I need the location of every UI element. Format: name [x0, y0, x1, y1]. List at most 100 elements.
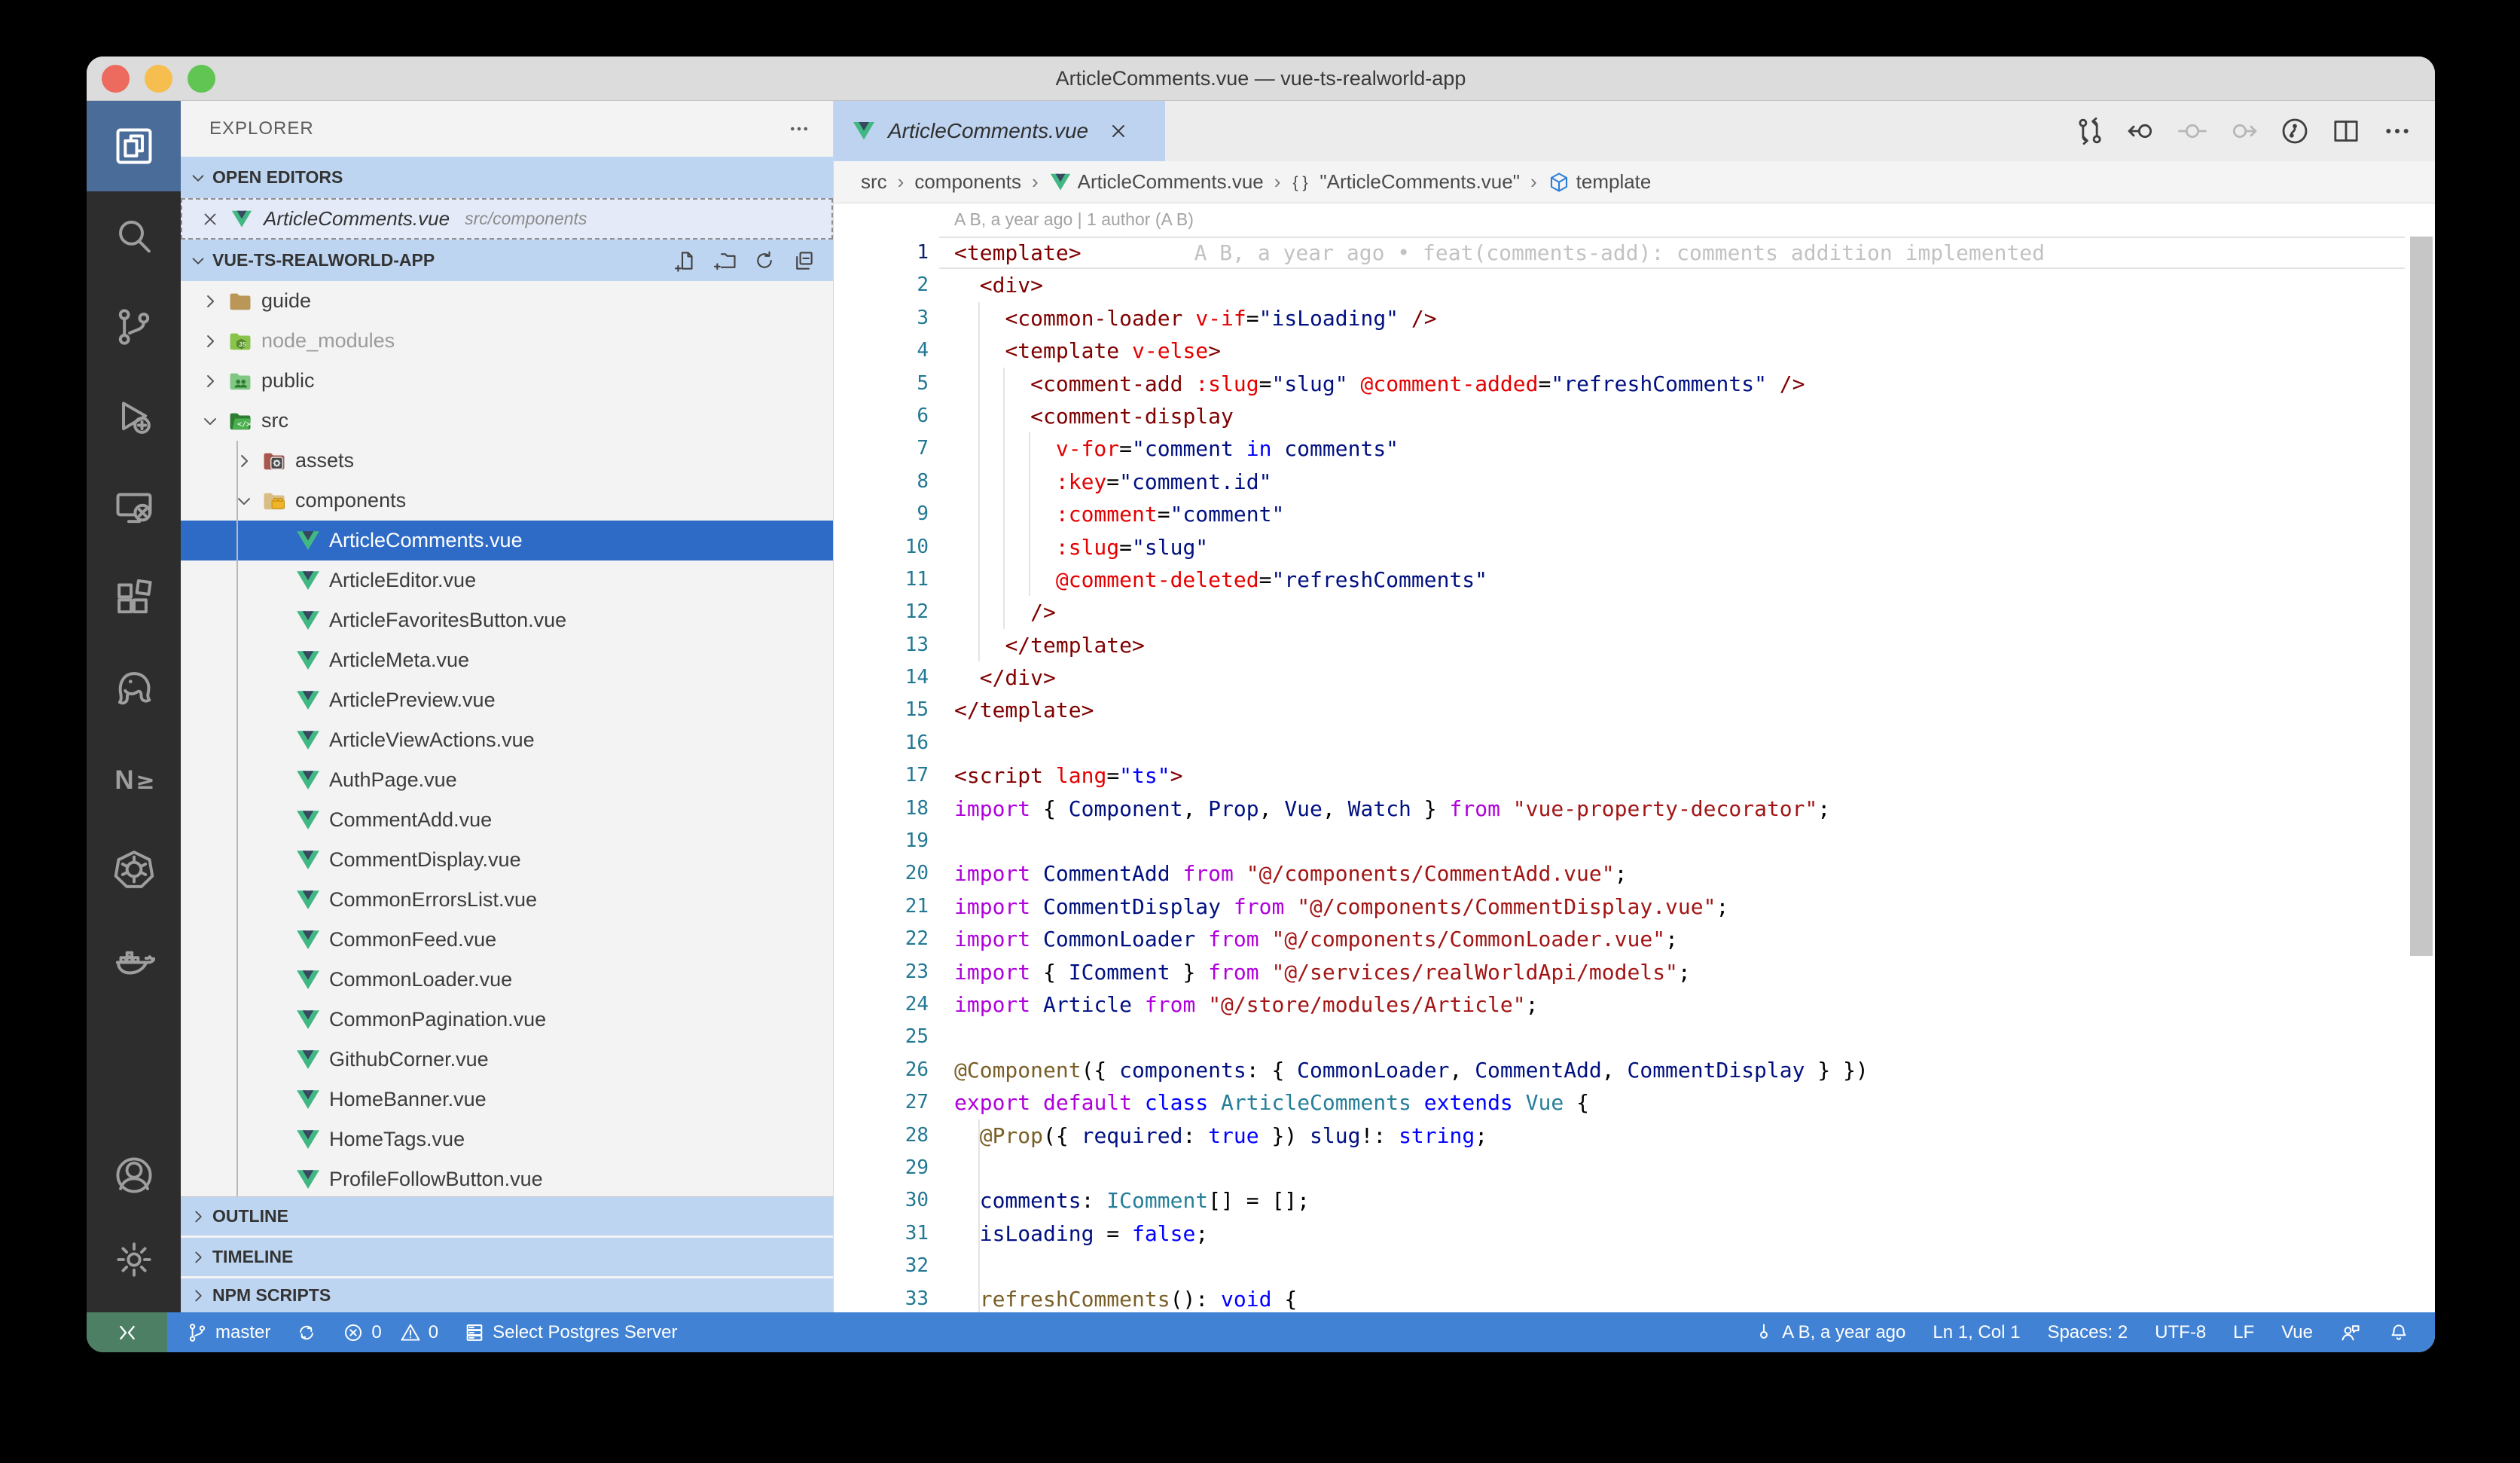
status-postgres-server[interactable]: Select Postgres Server — [464, 1322, 677, 1343]
breadcrumb-item[interactable]: template — [1548, 170, 1652, 194]
code-line-30[interactable]: 30 comments: IComment[] = []; — [834, 1184, 2435, 1217]
code-line-16[interactable]: 16 — [834, 727, 2435, 759]
code-line-27[interactable]: 27export default class ArticleComments e… — [834, 1086, 2435, 1119]
code-line-19[interactable]: 19 — [834, 825, 2435, 857]
tree-item-ArticleComments-vue[interactable]: ArticleComments.vue — [181, 521, 833, 560]
code-line-8[interactable]: 8 :key="comment.id" — [834, 466, 2435, 498]
previous-change-button[interactable] — [2126, 116, 2156, 146]
activity-item-run-debug[interactable] — [87, 372, 181, 463]
code-line-25[interactable]: 25 — [834, 1021, 2435, 1053]
status-eol[interactable]: LF — [2233, 1322, 2254, 1343]
activity-item-kubernetes[interactable] — [87, 824, 181, 915]
status-language-mode[interactable]: Vue — [2281, 1322, 2313, 1343]
close-icon[interactable] — [200, 209, 220, 229]
tree-item-AuthPage-vue[interactable]: AuthPage.vue — [181, 760, 833, 800]
status-cursor-position[interactable]: Ln 1, Col 1 — [1933, 1322, 2020, 1343]
tree-item-ArticleViewActions-vue[interactable]: ArticleViewActions.vue — [181, 720, 833, 760]
code-line-9[interactable]: 9 :comment="comment" — [834, 498, 2435, 530]
new-folder-button[interactable] — [714, 249, 737, 272]
next-change-button[interactable] — [2229, 116, 2259, 146]
code-line-28[interactable]: 28 @Prop({ required: true }) slug!: stri… — [834, 1119, 2435, 1152]
tree-item-guide[interactable]: guide — [181, 281, 833, 321]
code-line-1[interactable]: 1<template>A B, a year ago • feat(commen… — [834, 237, 2435, 269]
editor-scrollbar[interactable] — [2410, 237, 2433, 956]
tree-item-CommentAdd-vue[interactable]: CommentAdd.vue — [181, 800, 833, 840]
tree-item-GithubCorner-vue[interactable]: GithubCorner.vue — [181, 1040, 833, 1080]
tree-item-src[interactable]: </>src — [181, 401, 833, 441]
code-line-23[interactable]: 23import { IComment } from "@/services/r… — [834, 956, 2435, 988]
tree-item-ArticleEditor-vue[interactable]: ArticleEditor.vue — [181, 560, 833, 600]
refresh-button[interactable] — [753, 249, 776, 272]
tree-item-CommonLoader-vue[interactable]: CommonLoader.vue — [181, 960, 833, 1000]
code-line-6[interactable]: 6 <comment-display — [834, 400, 2435, 432]
tab-article-comments[interactable]: ArticleComments.vue — [834, 101, 1165, 161]
code-line-26[interactable]: 26@Component({ components: { CommonLoade… — [834, 1054, 2435, 1086]
code-line-11[interactable]: 11 @comment-deleted="refreshComments" — [834, 564, 2435, 596]
code-line-15[interactable]: 15</template> — [834, 694, 2435, 726]
explorer-more-actions-button[interactable] — [788, 118, 810, 140]
status-feedback[interactable] — [2340, 1322, 2361, 1343]
code-line-5[interactable]: 5 <comment-add :slug="slug" @comment-add… — [834, 368, 2435, 400]
open-editors-section-header[interactable]: OPEN EDITORS — [181, 157, 833, 198]
code-line-3[interactable]: 3 <common-loader v-if="isLoading" /> — [834, 302, 2435, 334]
code-line-22[interactable]: 22import CommonLoader from "@/components… — [834, 923, 2435, 955]
code-line-18[interactable]: 18import { Component, Prop, Vue, Watch }… — [834, 793, 2435, 825]
more-actions-button[interactable] — [2382, 116, 2412, 146]
activity-item-settings[interactable] — [87, 1217, 181, 1302]
project-section-header[interactable]: VUE-TS-REALWORLD-APP — [181, 240, 833, 281]
split-editor-button[interactable] — [2331, 116, 2361, 146]
code-line-12[interactable]: 12 /> — [834, 596, 2435, 628]
activity-item-docker[interactable] — [87, 915, 181, 1005]
tree-item-ProfileFollowButton-vue[interactable]: ProfileFollowButton.vue — [181, 1159, 833, 1199]
code-line-10[interactable]: 10 :slug="slug" — [834, 531, 2435, 564]
tree-item-CommonFeed-vue[interactable]: CommonFeed.vue — [181, 920, 833, 960]
status-blame[interactable]: A B, a year ago — [1753, 1322, 1905, 1343]
tree-item-ArticleMeta-vue[interactable]: ArticleMeta.vue — [181, 640, 833, 680]
breadcrumb-item[interactable]: { }"ArticleComments.vue" — [1291, 170, 1520, 194]
tree-item-node_modules[interactable]: JSnode_modules — [181, 321, 833, 361]
activity-item-remote-explorer[interactable] — [87, 463, 181, 553]
open-editor-item[interactable]: ArticleComments.vue src/components — [181, 198, 833, 240]
status-indentation[interactable]: Spaces: 2 — [2047, 1322, 2128, 1343]
close-window-button[interactable] — [102, 65, 130, 93]
activity-item-explorer[interactable] — [87, 101, 181, 191]
code-line-2[interactable]: 2 <div> — [834, 269, 2435, 301]
open-changes-button[interactable] — [2075, 116, 2105, 146]
activity-item-search[interactable] — [87, 191, 181, 282]
code-line-24[interactable]: 24import Article from "@/store/modules/A… — [834, 988, 2435, 1021]
activity-item-nx-console[interactable]: N≥ — [87, 734, 181, 824]
status-encoding[interactable]: UTF-8 — [2155, 1322, 2206, 1343]
status-sync[interactable] — [296, 1322, 317, 1343]
tree-item-ArticleFavoritesButton-vue[interactable]: ArticleFavoritesButton.vue — [181, 600, 833, 640]
activity-item-postgresql[interactable] — [87, 643, 181, 734]
new-file-button[interactable] — [675, 249, 697, 272]
code-line-4[interactable]: 4 <template v-else> — [834, 334, 2435, 367]
code-line-7[interactable]: 7 v-for="comment in comments" — [834, 432, 2435, 465]
close-tab-icon[interactable] — [1108, 121, 1129, 142]
code-line-14[interactable]: 14 </div> — [834, 661, 2435, 694]
zoom-window-button[interactable] — [188, 65, 215, 93]
activity-item-extensions[interactable] — [87, 553, 181, 643]
remote-indicator[interactable] — [87, 1312, 167, 1352]
status-git-branch[interactable]: master — [187, 1322, 270, 1343]
tree-item-CommonErrorsList-vue[interactable]: CommonErrorsList.vue — [181, 880, 833, 920]
code-line-20[interactable]: 20import CommentAdd from "@/components/C… — [834, 857, 2435, 890]
tree-item-CommentDisplay-vue[interactable]: CommentDisplay.vue — [181, 840, 833, 880]
code-line-13[interactable]: 13 </template> — [834, 629, 2435, 661]
section-outline[interactable]: OUTLINE — [181, 1197, 833, 1238]
status-problems[interactable]: 00 — [343, 1322, 438, 1343]
code-line-32[interactable]: 32 — [834, 1250, 2435, 1282]
breadcrumb-item[interactable]: ArticleComments.vue — [1049, 170, 1264, 194]
code-editor[interactable]: 1<template>A B, a year ago • feat(commen… — [834, 237, 2435, 1312]
minimize-window-button[interactable] — [145, 65, 172, 93]
tree-item-public[interactable]: public — [181, 361, 833, 401]
status-notifications[interactable] — [2388, 1322, 2409, 1343]
code-line-29[interactable]: 29 — [834, 1152, 2435, 1184]
collapse-all-button[interactable] — [792, 249, 815, 272]
code-line-33[interactable]: 33 refreshComments(): void { — [834, 1283, 2435, 1313]
file-history-button[interactable] — [2280, 116, 2310, 146]
breadcrumb-item[interactable]: src — [861, 170, 887, 194]
code-line-17[interactable]: 17<script lang="ts"> — [834, 759, 2435, 792]
section-timeline[interactable]: TIMELINE — [181, 1238, 833, 1278]
change-indicator-button[interactable] — [2177, 116, 2207, 146]
